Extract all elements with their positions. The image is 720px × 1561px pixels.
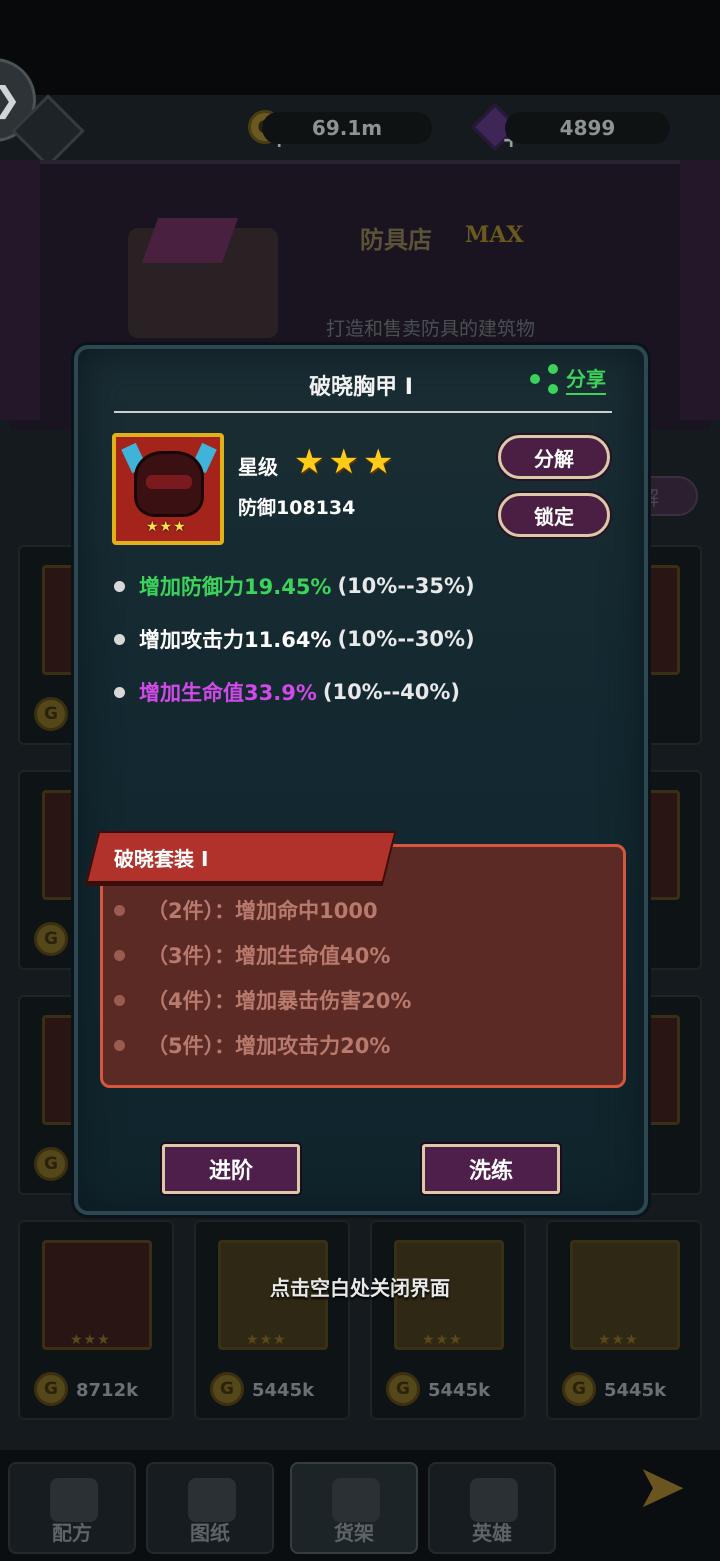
- shelf-icon: [332, 1478, 380, 1522]
- curtain-left: [0, 160, 40, 420]
- next-arrow-icon[interactable]: ➤: [636, 1452, 686, 1522]
- coin-icon: G: [34, 922, 68, 956]
- set-bonus-line: （4件）：增加暴击伤害20%: [114, 985, 411, 1015]
- chest-armor-icon: ★★★: [112, 433, 224, 545]
- attribute-hp: 增加生命值33.9% (10%--40%): [114, 677, 460, 707]
- defense-value: 防御108134: [238, 497, 356, 519]
- star-level-label: 星级: [238, 455, 278, 479]
- set-bonus-line: （2件）：增加命中1000: [114, 895, 378, 925]
- bullet-icon: [114, 1039, 125, 1051]
- lock-button[interactable]: 锁定: [498, 493, 610, 537]
- attribute-attack: 增加攻击力11.64% (10%--30%): [114, 624, 475, 654]
- item-card[interactable]: ★★★ G 8712k: [18, 1220, 174, 1420]
- tab-hero[interactable]: 英雄: [428, 1462, 556, 1554]
- refine-button[interactable]: 洗练: [422, 1144, 560, 1194]
- share-label: 分享: [566, 363, 606, 395]
- item-stars: ★★★: [146, 519, 187, 535]
- tab-blueprint[interactable]: 图纸: [146, 1462, 274, 1554]
- card-stars: ★★★: [598, 1332, 639, 1348]
- card-stars: ★★★: [246, 1332, 287, 1348]
- star-rating: ★ ★ ★: [294, 445, 393, 479]
- shop-description: 打造和售卖防具的建筑物: [326, 318, 536, 340]
- card-price: 5445k: [252, 1379, 315, 1401]
- bullet-icon: [114, 904, 125, 916]
- set-bonus-line: （5件）：增加攻击力20%: [114, 1030, 390, 1060]
- hero-icon: [470, 1478, 518, 1522]
- top-bar: [0, 0, 720, 95]
- blueprint-icon: [188, 1478, 236, 1522]
- attribute-defense: 增加防御力19.45% (10%--35%): [114, 571, 475, 601]
- share-button[interactable]: 分享: [530, 363, 606, 395]
- recipe-icon: [50, 1478, 98, 1522]
- card-price: 5445k: [604, 1379, 667, 1401]
- bullet-icon: [114, 580, 125, 592]
- bullet-icon: [114, 633, 125, 645]
- card-stars: ★★★: [70, 1332, 111, 1348]
- bullet-icon: [114, 994, 125, 1006]
- card-stars: ★★★: [422, 1332, 463, 1348]
- chevron-right-icon: ❯: [0, 80, 21, 120]
- item-card[interactable]: ★★★ G 5445k: [194, 1220, 350, 1420]
- coin-icon: G: [34, 697, 68, 731]
- item-detail-panel: 破晓胸甲 I 分享 ★★★ 星级 ★ ★ ★ 防御108134 分解 锁定 增加防御…: [74, 345, 648, 1215]
- star-icon: ★: [328, 442, 359, 482]
- card-price: 8712k: [76, 1379, 139, 1401]
- set-bonus-line: （3件）：增加生命值40%: [114, 940, 390, 970]
- close-hint[interactable]: 点击空白处关闭界面: [0, 1272, 720, 1301]
- shop-title: 防具店: [360, 226, 432, 254]
- title-divider: [114, 411, 612, 413]
- shop-roof-image: [141, 218, 239, 263]
- bullet-icon: [114, 949, 125, 961]
- tab-shelf[interactable]: 货架: [290, 1462, 418, 1554]
- gem-counter: 4899: [505, 112, 670, 144]
- decompose-button[interactable]: 分解: [498, 435, 610, 479]
- tab-recipe[interactable]: 配方: [8, 1462, 136, 1554]
- bullet-icon: [114, 686, 125, 698]
- share-icon: [530, 364, 560, 394]
- curtain-right: [680, 160, 720, 420]
- star-icon: ★: [362, 442, 394, 482]
- shop-level-badge: MAX: [465, 222, 524, 248]
- set-title: 破晓套装 I: [114, 847, 209, 871]
- item-card[interactable]: ★★★ G 5445k: [546, 1220, 702, 1420]
- advance-button[interactable]: 进阶: [162, 1144, 300, 1194]
- card-price: 5445k: [428, 1379, 491, 1401]
- coin-icon: G: [34, 1147, 68, 1181]
- item-card[interactable]: ★★★ G 5445k: [370, 1220, 526, 1420]
- star-icon: ★: [294, 442, 325, 482]
- gold-counter: 69.1m: [262, 112, 432, 144]
